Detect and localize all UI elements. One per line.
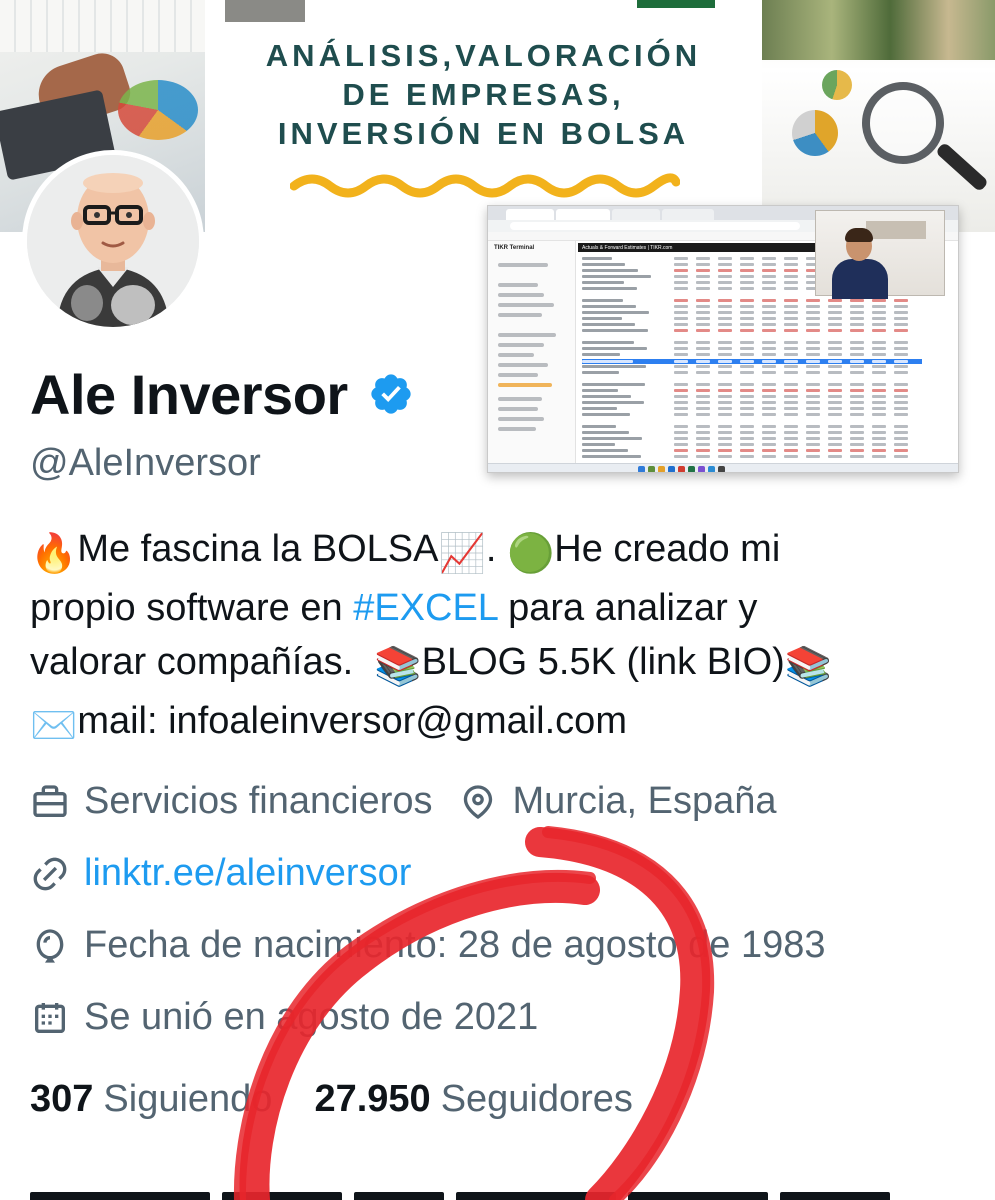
terminal-table-row [582,323,922,326]
terminal-table-row [582,371,922,374]
terminal-table-row [582,341,922,344]
website-link[interactable]: linktr.ee/aleinversor [84,852,411,895]
terminal-brand: TIKR Terminal [494,245,535,251]
briefcase-icon [33,784,67,817]
profile-meta-row-1: Servicios financieros Murcia, España [30,780,803,823]
terminal-table-row [582,443,922,446]
profile-bio: 🔥Me fascina la BOLSA📈. 🟢He creado mi pro… [30,522,970,753]
followers-link[interactable]: 27.950 Seguidores [314,1078,632,1121]
banner-photo-magnifier [762,0,995,232]
bio-line: valorar compañías. 📚BLOG 5.5K (link BIO)… [30,635,970,694]
cut-off-text-line [30,1180,990,1200]
windows-taskbar [488,463,958,472]
profile-birthday: Fecha de nacimiento: 28 de agosto de 198… [30,924,826,967]
banner-title-line: INVERSIÓN EN BOLSA [277,116,690,151]
bio-text: mail: infoaleinversor@gmail.com [77,700,627,742]
bio-text: . [485,528,507,570]
terminal-table-row [582,425,922,428]
terminal-table-row [582,407,922,410]
profile-name-row: Ale Inversor [30,362,414,426]
books-emoji-icon: 📚 [784,646,833,688]
display-name: Ale Inversor [30,362,348,426]
profile-category: Servicios financieros [30,780,432,823]
bio-text: para analizar y [497,587,758,629]
bio-text: BLOG 5.5K (link BIO) [421,641,785,683]
profile-meta-row-2: linktr.ee/aleinversor [30,852,437,895]
bio-line: 🔥Me fascina la BOLSA📈. 🟢He creado mi [30,522,970,581]
green-circle-emoji-icon: 🟢 [506,533,555,575]
avatar[interactable] [22,150,204,332]
terminal-table-row [582,329,922,332]
terminal-table-row [582,401,922,404]
profile-meta-row-3: Fecha de nacimiento: 28 de agosto de 198… [30,924,852,967]
link-icon [33,857,67,890]
books-emoji-icon: 📚 [374,646,422,688]
terminal-table-row [582,347,922,350]
embedded-terminal-screenshot: TIKR Terminal Actuals & Forward Estimate… [487,205,959,473]
envelope-emoji-icon: ✉️ [30,705,78,747]
follow-stats: 307 Siguiendo 27.950 Seguidores [30,1078,675,1121]
followers-label: Seguidores [440,1078,633,1120]
terminal-table-row [582,335,922,338]
terminal-table-row [582,377,922,380]
hashtag-link[interactable]: #EXCEL [353,587,497,629]
following-label: Siguiendo [103,1078,273,1120]
banner-title-line: ANÁLISIS,VALORACIÓN [265,38,702,73]
fire-emoji-icon: 🔥 [30,533,78,575]
terminal-table-row [582,359,922,364]
map-pin-icon [464,784,493,819]
balloon-icon [36,928,64,963]
avatar-image [27,155,199,327]
banner-title-card: ANÁLISIS,VALORACIÓN DE EMPRESAS, INVERSI… [205,0,762,232]
bio-text: He creado mi [554,528,781,570]
bio-text: Me fascina la BOLSA [77,528,439,570]
webcam-overlay [815,210,945,299]
banner-wave-decoration [290,173,680,198]
following-link[interactable]: 307 Siguiendo [30,1078,272,1121]
banner-title: ANÁLISIS,VALORACIÓN DE EMPRESAS, INVERSI… [205,36,762,153]
terminal-sidebar: TIKR Terminal [488,241,576,463]
bio-text: propio software en [30,587,354,629]
category-text: Servicios financieros [84,780,433,822]
profile-website[interactable]: linktr.ee/aleinversor [30,852,411,895]
calendar-icon [35,1002,65,1033]
profile-joined: Se unió en agosto de 2021 [30,996,538,1039]
birthday-text: Fecha de nacimiento: 28 de agosto de 198… [84,924,826,966]
terminal-table-row [582,389,922,392]
following-count: 307 [30,1078,94,1120]
terminal-table-row [582,383,922,386]
chart-increasing-emoji-icon: 📈 [438,533,486,575]
followers-count: 27.950 [314,1078,431,1120]
terminal-table-row [582,413,922,416]
profile-meta-row-4: Se unió en agosto de 2021 [30,996,564,1039]
terminal-table-row [582,353,922,356]
terminal-table-row [582,311,922,314]
bio-text: valorar compañías. [30,641,375,683]
profile-location: Murcia, España [458,780,777,823]
joined-text: Se unió en agosto de 2021 [84,996,539,1038]
bio-line: ✉️mail: infoaleinversor@gmail.com [30,694,970,753]
user-handle: @AleInversor [30,442,261,484]
terminal-table-row [582,437,922,440]
terminal-table-row [582,365,922,368]
verified-badge-icon[interactable] [368,371,414,417]
terminal-table-row [582,431,922,434]
terminal-table-row [582,317,922,320]
terminal-table-row [582,449,922,452]
terminal-table-row [582,395,922,398]
terminal-table-row [582,419,922,422]
terminal-table-row [582,305,922,308]
cartoon-avatar-icon [27,155,199,327]
terminal-table-row [582,299,922,302]
terminal-table-row [582,455,922,458]
location-text: Murcia, España [512,780,777,822]
bio-line: propio software en #EXCEL para analizar … [30,581,970,635]
banner-title-line: DE EMPRESAS, [342,77,625,112]
